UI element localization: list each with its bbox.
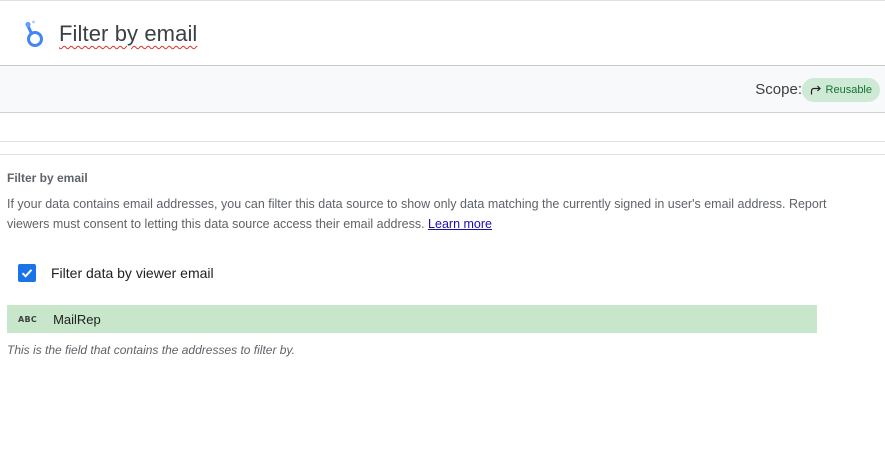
page-title: Filter by email [59,21,197,47]
divider [0,141,885,142]
divider [0,154,885,155]
field-name: MailRep [53,311,101,327]
scope-chip-label: Reusable [825,84,872,96]
share-arrow-icon [810,85,821,95]
looker-studio-logo-icon [25,20,43,47]
filter-checkbox-label: Filter data by viewer email [51,265,214,281]
section-description: If your data contains email addresses, y… [7,194,837,234]
text-type-icon: ABC [18,314,38,324]
section-heading: Filter by email [7,171,88,185]
scope-reusable-chip[interactable]: Reusable [801,78,880,102]
page-title-text: Filter by email [59,21,198,46]
description-text: If your data contains email addresses, y… [7,197,827,231]
checkmark-icon [21,269,33,278]
scope-label: Scope: [755,81,802,98]
scope-bar: Scope: Reusable [0,66,885,113]
title-bar: Filter by email [0,0,885,66]
filter-by-viewer-email-toggle[interactable]: Filter data by viewer email [18,264,214,282]
learn-more-link[interactable]: Learn more [428,217,492,231]
field-hint: This is the field that contains the addr… [7,343,295,357]
filter-checkbox[interactable] [18,264,36,282]
email-field-selector[interactable]: ABC MailRep [7,305,817,333]
